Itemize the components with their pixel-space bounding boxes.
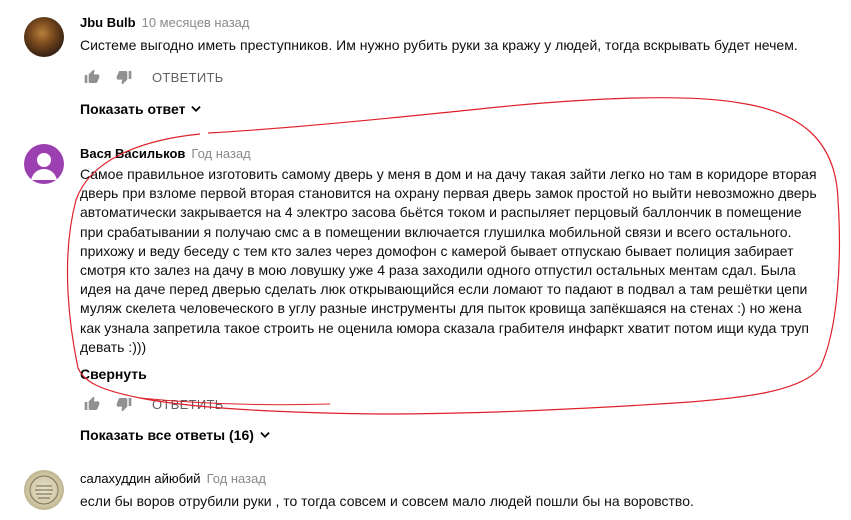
show-replies-button[interactable]: Показать все ответы (16) xyxy=(80,427,272,443)
dislike-button[interactable] xyxy=(112,67,136,87)
comment-author[interactable]: салахуддин айюбий Год назад xyxy=(80,471,266,486)
comment-line: муляж скелета человеческого в углу разны… xyxy=(80,300,802,317)
dislike-button[interactable] xyxy=(112,394,136,414)
collapse-button[interactable]: Свернуть xyxy=(80,366,147,382)
avatar-emblem-icon xyxy=(29,475,59,505)
author-name[interactable]: салахуддин айюбий xyxy=(80,471,201,486)
reply-button[interactable]: ОТВЕТИТЬ xyxy=(152,70,224,85)
comment-actions: ОТВЕТИТЬ xyxy=(80,394,224,414)
chevron-down-icon xyxy=(191,106,202,112)
comment-time[interactable]: Год назад xyxy=(207,471,266,486)
comment-text: Системе выгодно иметь преступников. Им н… xyxy=(80,37,798,53)
show-replies-label: Показать ответ xyxy=(80,101,186,117)
avatar[interactable] xyxy=(24,144,64,184)
author-name[interactable]: Вася Васильков xyxy=(80,146,185,161)
comment-text: Самое правильное изготовить самому дверь… xyxy=(80,165,817,357)
comment-time[interactable]: 10 месяцев назад xyxy=(142,15,250,30)
show-replies-label: Показать все ответы (16) xyxy=(80,427,254,443)
comment-text: если бы воров отрубили руки , то тогда с… xyxy=(80,493,694,509)
comment-line: автоматически закрывается на 4 электро з… xyxy=(80,204,802,221)
comment-author[interactable]: Jbu Bulb 10 месяцев назад xyxy=(80,15,249,30)
comment-author[interactable]: Вася Васильков Год назад xyxy=(80,146,251,161)
thumb-up-icon xyxy=(84,396,100,410)
comment-line: смотря кто залез на дачу в мою ловушку у… xyxy=(80,262,796,279)
comment-time[interactable]: Год назад xyxy=(191,146,250,161)
comment-actions: ОТВЕТИТЬ xyxy=(80,67,224,87)
comment-line: как узнала запретила такое строить не оц… xyxy=(80,319,809,336)
like-button[interactable] xyxy=(80,394,104,414)
thumb-down-icon xyxy=(116,398,132,412)
chevron-down-icon xyxy=(260,432,270,438)
avatar[interactable] xyxy=(24,17,64,57)
comment-line: девать :))) xyxy=(80,338,147,355)
comment-line: Самое правильное изготовить самому дверь… xyxy=(80,166,817,182)
thumb-down-icon xyxy=(116,71,132,85)
comment-line: идея на даче перед дверью сделать люк от… xyxy=(80,281,808,298)
default-user-icon xyxy=(31,153,57,180)
thumb-up-icon xyxy=(84,69,100,83)
comment-line: прихожу и веду беседу с тем кто залез че… xyxy=(80,242,794,259)
comment-line: дверь при взломе первой вторая становитс… xyxy=(80,185,817,202)
avatar[interactable] xyxy=(24,470,64,510)
comment-line: при срабатывании я получаю смс а в помещ… xyxy=(80,223,792,240)
author-name[interactable]: Jbu Bulb xyxy=(80,15,136,30)
show-replies-button[interactable]: Показать ответ xyxy=(80,101,203,117)
like-button[interactable] xyxy=(80,67,104,87)
reply-button[interactable]: ОТВЕТИТЬ xyxy=(152,397,224,412)
